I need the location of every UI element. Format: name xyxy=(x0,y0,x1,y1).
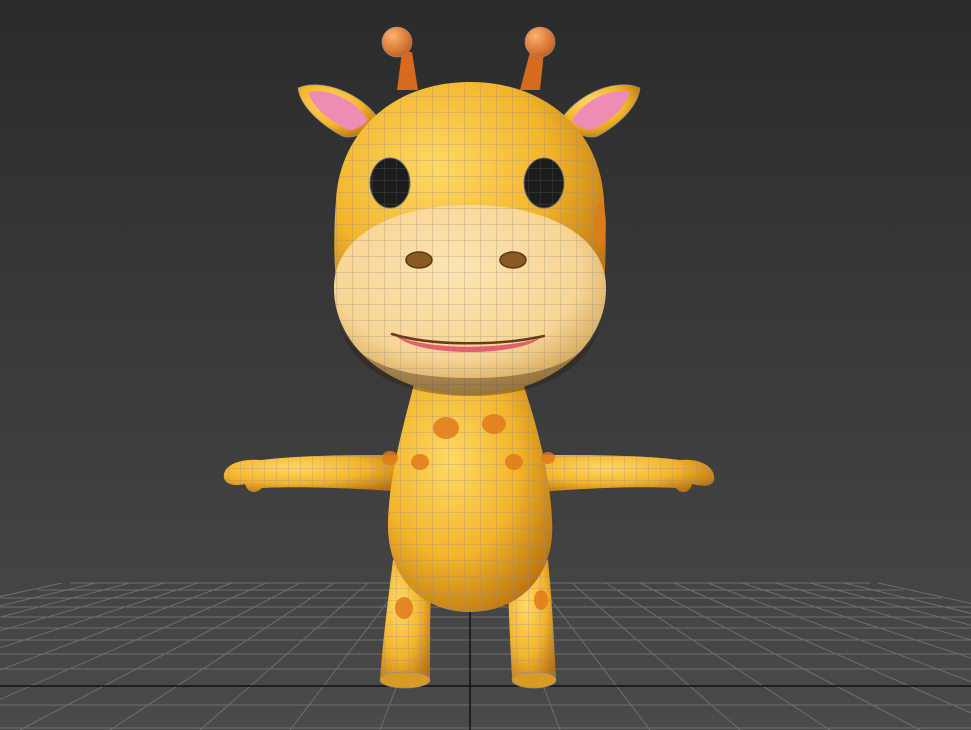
body-spot xyxy=(541,452,555,464)
left-nostril xyxy=(405,251,433,269)
right-arm[interactable] xyxy=(540,455,715,493)
body-spot xyxy=(505,454,523,470)
body-spot xyxy=(433,417,459,439)
right-eye[interactable] xyxy=(523,157,565,209)
torso[interactable] xyxy=(382,380,555,612)
right-nostril xyxy=(499,251,527,269)
muzzle[interactable] xyxy=(333,205,607,396)
leg-spot xyxy=(534,590,548,610)
head-spot xyxy=(594,203,606,247)
body-spot xyxy=(411,454,429,470)
viewport-scene[interactable] xyxy=(0,0,971,730)
left-arm[interactable] xyxy=(223,455,405,493)
leg-spot xyxy=(395,597,413,619)
3d-viewport[interactable] xyxy=(0,0,971,730)
left-eye[interactable] xyxy=(369,157,411,209)
body-spot xyxy=(382,451,398,465)
body-spot xyxy=(482,414,506,434)
